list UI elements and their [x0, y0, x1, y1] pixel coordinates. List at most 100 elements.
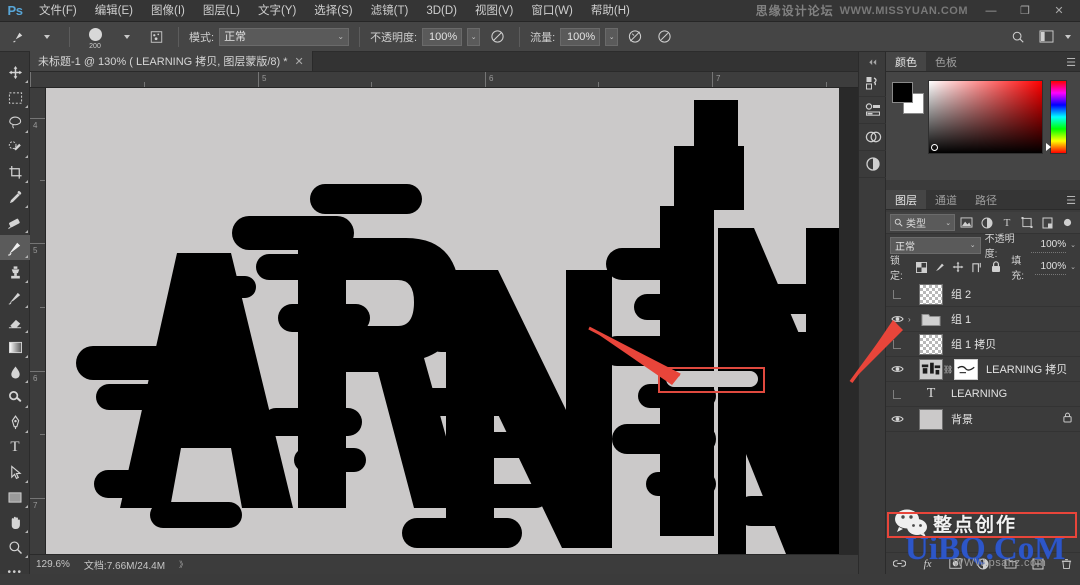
zoom-tool[interactable]: [0, 535, 30, 560]
layer-name[interactable]: 背景: [951, 411, 973, 427]
visibility-toggle[interactable]: [886, 382, 908, 407]
menu-layer[interactable]: 图层(L): [194, 0, 249, 22]
brush-tool-icon[interactable]: [6, 26, 30, 48]
pen-tool[interactable]: [0, 410, 30, 435]
menu-select[interactable]: 选择(S): [305, 0, 361, 22]
properties-panel-icon[interactable]: [859, 97, 887, 124]
shape-filter-icon[interactable]: [1019, 214, 1036, 232]
menu-file[interactable]: 文件(F): [30, 0, 86, 22]
crop-tool[interactable]: [0, 160, 30, 185]
type-layer-icon[interactable]: T: [919, 386, 943, 402]
eyedropper-tool[interactable]: [0, 185, 30, 210]
layer-fill-value[interactable]: 100%: [1034, 259, 1067, 275]
lock-all-icon[interactable]: [989, 259, 1004, 276]
foreground-color-swatch[interactable]: [892, 82, 913, 103]
layer-row-group-2[interactable]: 组 2: [886, 282, 1080, 307]
styles-panel-icon[interactable]: [859, 151, 887, 178]
brush-tool[interactable]: [0, 235, 30, 260]
layer-name[interactable]: LEARNING: [951, 388, 1007, 400]
opacity-chevron-down-icon[interactable]: ⌄: [467, 27, 481, 46]
layer-opacity-value[interactable]: 100%: [1030, 237, 1067, 253]
layer-row-learning-text[interactable]: T LEARNING: [886, 382, 1080, 407]
smoothing-options-icon[interactable]: [652, 26, 676, 48]
layer-row-background[interactable]: 背景: [886, 407, 1080, 432]
eraser-tool[interactable]: [0, 310, 30, 335]
visibility-toggle[interactable]: [886, 357, 908, 382]
opacity-input[interactable]: 100%: [422, 27, 463, 46]
color-field-picker[interactable]: [928, 80, 1043, 154]
horizontal-ruler[interactable]: 5 6 7: [30, 72, 858, 88]
canvas[interactable]: [46, 88, 839, 554]
delete-layer-button[interactable]: [1056, 554, 1076, 574]
visibility-toggle[interactable]: [886, 307, 908, 332]
lock-transparent-icon[interactable]: [914, 259, 929, 276]
marquee-tool[interactable]: [0, 85, 30, 110]
layer-thumbnail[interactable]: [919, 408, 943, 430]
layer-row-group-1-copy[interactable]: 组 1 拷贝: [886, 332, 1080, 357]
add-mask-button[interactable]: [945, 554, 965, 574]
visibility-toggle[interactable]: [886, 407, 908, 432]
airbrush-toggle-icon[interactable]: [623, 26, 647, 48]
layer-row-learning-copy[interactable]: ⛓ LEARNING 拷贝: [886, 357, 1080, 382]
brush-size-preview[interactable]: 200: [80, 25, 110, 50]
brush-panel-toggle-icon[interactable]: [144, 26, 168, 48]
smart-object-filter-icon[interactable]: [1039, 214, 1056, 232]
vertical-ruler[interactable]: 4 5 6 7: [30, 88, 46, 554]
minimize-button[interactable]: —: [974, 0, 1008, 22]
new-layer-button[interactable]: [1028, 554, 1048, 574]
menu-3d[interactable]: 3D(D): [417, 0, 466, 22]
dodge-tool[interactable]: [0, 385, 30, 410]
adjustments-panel-icon[interactable]: [859, 124, 887, 151]
tab-paths[interactable]: 路径: [966, 190, 1006, 209]
layer-name[interactable]: 组 2: [951, 286, 971, 302]
layer-list[interactable]: 组 2 › 组 1 组 1 拷贝 ⛓ LEARNING 拷贝 T LEARNIN…: [886, 282, 1080, 552]
healing-brush-tool[interactable]: [0, 210, 30, 235]
hand-tool[interactable]: [0, 510, 30, 535]
adjustment-filter-icon[interactable]: [978, 214, 995, 232]
layer-row-group-1[interactable]: › 组 1: [886, 307, 1080, 332]
tab-layers[interactable]: 图层: [886, 190, 926, 209]
close-button[interactable]: ✕: [1042, 0, 1076, 22]
history-panel-icon[interactable]: [859, 70, 887, 97]
menu-image[interactable]: 图像(I): [142, 0, 194, 22]
adjustment-layer-button[interactable]: [973, 554, 993, 574]
blend-mode-select[interactable]: 正常 ⌄: [219, 27, 350, 46]
path-selection-tool[interactable]: [0, 460, 30, 485]
gradient-tool[interactable]: [0, 335, 30, 360]
history-brush-tool[interactable]: [0, 285, 30, 310]
layer-name[interactable]: 组 1: [951, 311, 971, 327]
zoom-level[interactable]: 129.6%: [36, 559, 70, 570]
type-filter-icon[interactable]: T: [998, 214, 1015, 232]
pixel-filter-icon[interactable]: [958, 214, 975, 232]
clone-stamp-tool[interactable]: [0, 260, 30, 285]
move-tool[interactable]: [0, 60, 30, 85]
more-tools[interactable]: •••: [0, 560, 30, 585]
flow-chevron-down-icon[interactable]: ⌄: [605, 27, 619, 46]
menu-filter[interactable]: 滤镜(T): [362, 0, 418, 22]
workspace-switcher-icon[interactable]: [1034, 26, 1058, 48]
menu-view[interactable]: 视图(V): [466, 0, 522, 22]
layer-name[interactable]: LEARNING 拷贝: [986, 361, 1067, 377]
menu-help[interactable]: 帮助(H): [582, 0, 639, 22]
search-icon[interactable]: [1006, 26, 1030, 48]
status-expand-icon[interactable]: 》: [179, 559, 187, 570]
layer-mask-thumbnail[interactable]: [954, 358, 978, 380]
flow-input[interactable]: 100%: [560, 27, 601, 46]
visibility-toggle[interactable]: [886, 332, 908, 357]
visibility-toggle[interactable]: [886, 282, 908, 307]
tab-channels[interactable]: 通道: [926, 190, 966, 209]
layer-style-button[interactable]: fx: [918, 554, 938, 574]
layers-panel-menu-icon[interactable]: ☰: [1066, 190, 1076, 210]
layer-filter-select[interactable]: 类型 ⌄: [890, 214, 956, 231]
quick-selection-tool[interactable]: [0, 135, 30, 160]
canvas-viewport[interactable]: [46, 88, 858, 554]
fill-chevron-down-icon[interactable]: ⌄: [1070, 263, 1076, 271]
brush-preset-dropdown[interactable]: [35, 26, 59, 48]
tab-swatches[interactable]: 色板: [926, 52, 966, 71]
lock-position-icon[interactable]: [951, 259, 966, 276]
layer-name[interactable]: 组 1 拷贝: [951, 336, 996, 352]
filter-power-icon[interactable]: [1059, 214, 1076, 232]
type-tool[interactable]: T: [0, 435, 30, 460]
new-group-button[interactable]: [1001, 554, 1021, 574]
workspace-chevron-down-icon[interactable]: [1062, 26, 1074, 48]
